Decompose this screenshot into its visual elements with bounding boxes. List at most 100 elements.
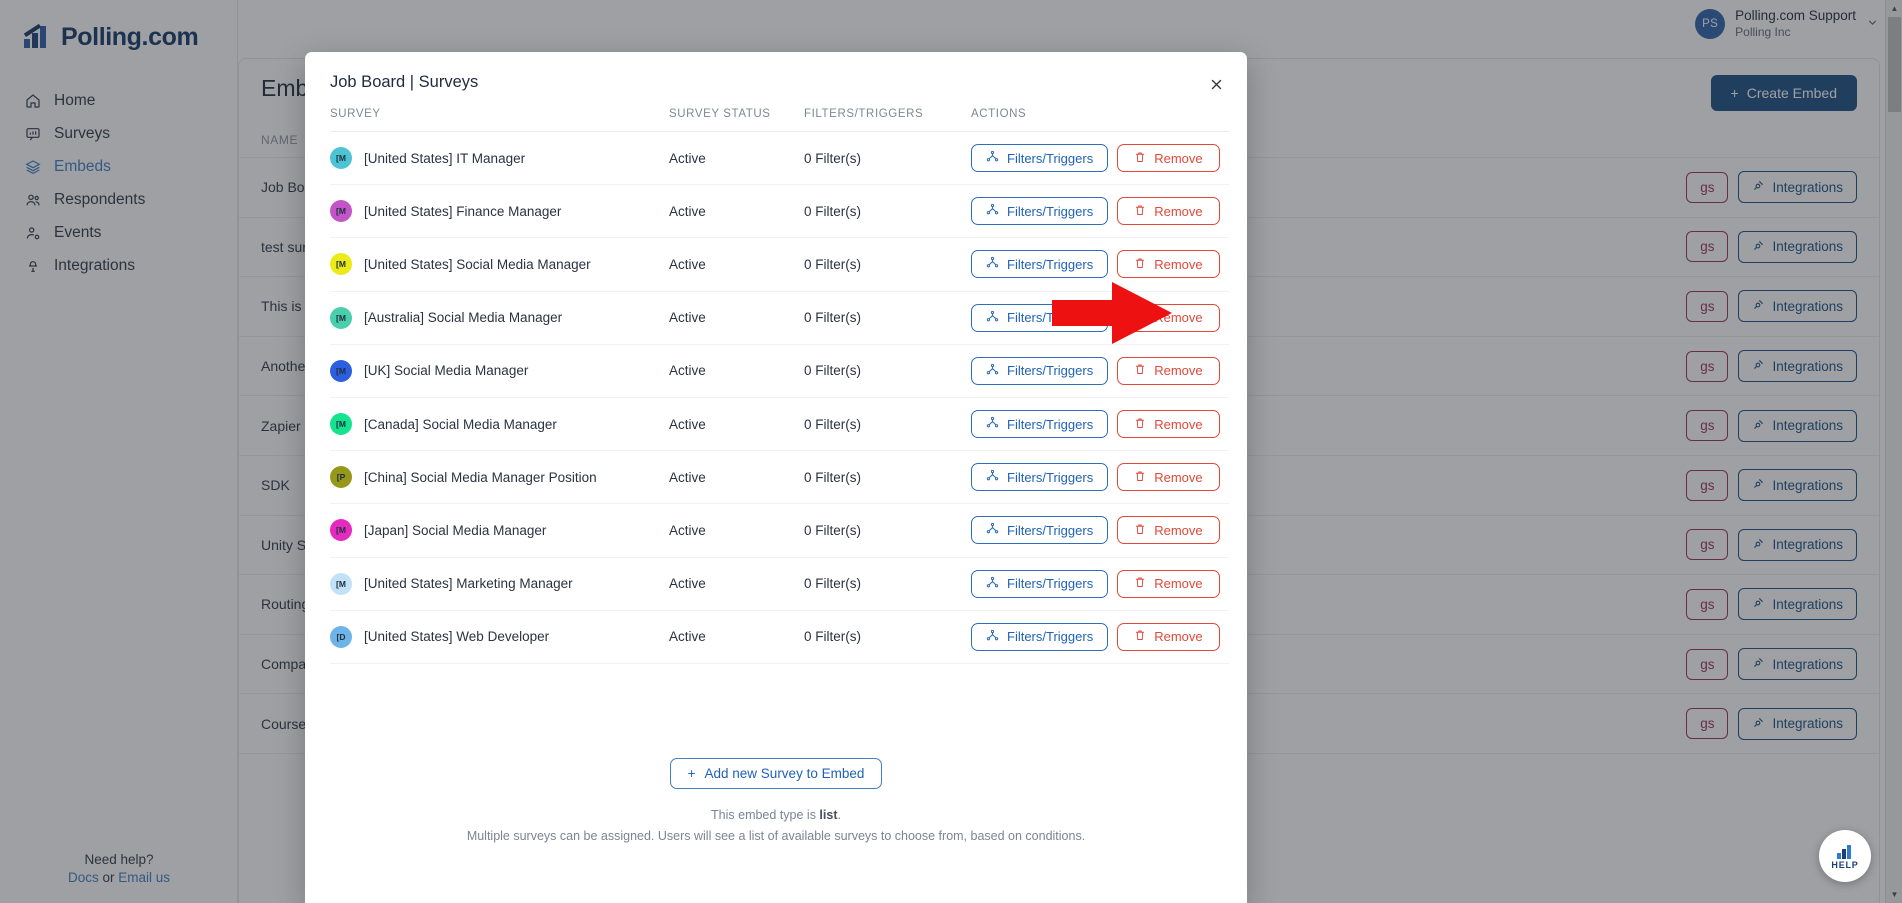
table-row: [M [Canada] Social Media Manager Active 0 F… — [330, 398, 1229, 452]
survey-status: Active — [669, 363, 706, 379]
column-header-actions: ACTIONS — [971, 108, 1027, 120]
filter-nodes-icon — [986, 576, 999, 592]
survey-filters-count: 0 Filter(s) — [804, 629, 861, 645]
modal-title: Job Board | Surveys — [330, 73, 479, 91]
filters-triggers-button[interactable]: Filters/Triggers — [971, 569, 1109, 598]
survey-avatar: [M — [330, 147, 352, 170]
filters-triggers-label: Filters/Triggers — [1007, 150, 1094, 166]
filter-nodes-icon — [986, 629, 999, 645]
close-icon[interactable] — [1203, 71, 1229, 97]
survey-name: [Australia] Social Media Manager — [364, 310, 563, 326]
survey-filters-count: 0 Filter(s) — [804, 150, 861, 166]
survey-name: [Canada] Social Media Manager — [364, 416, 557, 432]
filter-nodes-icon — [986, 310, 999, 326]
survey-name: [United States] Marketing Manager — [364, 576, 573, 592]
survey-name: [Japan] Social Media Manager — [364, 522, 547, 538]
filters-triggers-button[interactable]: Filters/Triggers — [971, 197, 1109, 226]
table-row: [M [United States] Social Media Manager Ac… — [330, 238, 1229, 292]
table-row: [M [United States] Finance Manager Active 0… — [330, 185, 1229, 239]
filters-triggers-button[interactable]: Filters/Triggers — [971, 410, 1109, 439]
row-actions: Filters/Triggers Remove — [971, 410, 1229, 439]
remove-button[interactable]: Remove — [1117, 356, 1220, 385]
column-header-survey: SURVEY — [330, 108, 381, 120]
survey-status: Active — [669, 469, 706, 485]
survey-cell: [M [UK] Social Media Manager — [330, 359, 669, 382]
filters-triggers-label: Filters/Triggers — [1007, 576, 1094, 592]
survey-name: [United States] Social Media Manager — [364, 256, 591, 272]
filters-triggers-label: Filters/Triggers — [1007, 310, 1094, 326]
survey-avatar: [M — [330, 253, 352, 276]
survey-avatar: [M — [330, 359, 352, 382]
survey-name: [United States] Finance Manager — [364, 203, 562, 219]
survey-filters-count: 0 Filter(s) — [804, 256, 861, 272]
row-actions: Filters/Triggers Remove — [971, 356, 1229, 385]
filters-triggers-label: Filters/Triggers — [1007, 203, 1094, 219]
survey-cell: [M [United States] Finance Manager — [330, 200, 669, 223]
remove-button[interactable]: Remove — [1117, 197, 1220, 226]
remove-button[interactable]: Remove — [1117, 144, 1220, 173]
filters-triggers-label: Filters/Triggers — [1007, 469, 1094, 485]
row-actions: Filters/Triggers Remove — [971, 144, 1229, 173]
filters-triggers-button[interactable]: Filters/Triggers — [971, 356, 1109, 385]
survey-avatar: [M — [330, 572, 352, 595]
survey-status: Active — [669, 576, 706, 592]
trash-icon — [1134, 257, 1146, 272]
survey-status: Active — [669, 522, 706, 538]
surveys-modal: Job Board | Surveys SURVEY SURVEY STATUS… — [305, 52, 1247, 903]
survey-name: [China] Social Media Manager Position — [364, 469, 597, 485]
column-header-status: SURVEY STATUS — [669, 108, 771, 120]
app-root: Polling.com Home Surveys Embeds Responde… — [0, 0, 1902, 903]
trash-icon — [1134, 151, 1146, 166]
filter-nodes-icon — [986, 522, 999, 538]
remove-button[interactable]: Remove — [1117, 410, 1220, 439]
column-header-filters: FILTERS/TRIGGERS — [804, 108, 924, 120]
remove-button[interactable]: Remove — [1117, 463, 1220, 492]
surveys-table-header: SURVEY SURVEY STATUS FILTERS/TRIGGERS AC… — [330, 108, 1229, 132]
remove-label: Remove — [1154, 256, 1203, 272]
survey-cell: [M [United States] IT Manager — [330, 147, 669, 170]
filters-triggers-button[interactable]: Filters/Triggers — [971, 303, 1109, 332]
survey-cell: [M [Japan] Social Media Manager — [330, 519, 669, 542]
help-button[interactable]: HELP — [1819, 830, 1871, 882]
survey-status: Active — [669, 256, 706, 272]
table-row: [M [Australia] Social Media Manager Active… — [330, 292, 1229, 345]
trash-icon — [1134, 363, 1146, 378]
filters-triggers-label: Filters/Triggers — [1007, 629, 1094, 645]
survey-cell: [M [Australia] Social Media Manager — [330, 306, 669, 329]
remove-button[interactable]: Remove — [1117, 516, 1220, 545]
table-row: [M [United States] IT Manager Active 0 Filt… — [330, 132, 1229, 186]
remove-button[interactable]: Remove — [1117, 250, 1220, 279]
survey-cell: [P [China] Social Media Manager Position — [330, 466, 669, 489]
filters-triggers-label: Filters/Triggers — [1007, 416, 1094, 432]
survey-filters-count: 0 Filter(s) — [804, 576, 861, 592]
remove-button[interactable]: Remove — [1117, 622, 1220, 651]
filter-nodes-icon — [986, 203, 999, 219]
trash-icon — [1134, 310, 1146, 325]
table-row: [M [Japan] Social Media Manager Active 0 Fi… — [330, 504, 1229, 558]
surveys-table: SURVEY SURVEY STATUS FILTERS/TRIGGERS AC… — [330, 108, 1229, 664]
survey-filters-count: 0 Filter(s) — [804, 310, 861, 326]
filters-triggers-label: Filters/Triggers — [1007, 522, 1094, 538]
filters-triggers-button[interactable]: Filters/Triggers — [971, 516, 1109, 545]
filters-triggers-button[interactable]: Filters/Triggers — [971, 622, 1109, 651]
trash-icon — [1134, 417, 1146, 432]
remove-button[interactable]: Remove — [1117, 303, 1220, 332]
filters-triggers-button[interactable]: Filters/Triggers — [971, 250, 1109, 279]
survey-name: [United States] Web Developer — [364, 629, 550, 645]
survey-filters-count: 0 Filter(s) — [804, 469, 861, 485]
embed-type-note: This embed type is list. — [305, 808, 1247, 822]
table-row: [P [China] Social Media Manager Position A… — [330, 451, 1229, 505]
add-survey-button[interactable]: + Add new Survey to Embed — [669, 758, 883, 789]
survey-avatar: [M — [330, 200, 352, 223]
filters-triggers-button[interactable]: Filters/Triggers — [971, 463, 1109, 492]
row-actions: Filters/Triggers Remove — [971, 250, 1229, 279]
survey-cell: [M [Canada] Social Media Manager — [330, 413, 669, 436]
row-actions: Filters/Triggers Remove — [971, 197, 1229, 226]
remove-label: Remove — [1154, 522, 1203, 538]
remove-button[interactable]: Remove — [1117, 569, 1220, 598]
modal-footer: + Add new Survey to Embed This embed typ… — [305, 758, 1247, 843]
filters-triggers-button[interactable]: Filters/Triggers — [971, 144, 1109, 173]
survey-status: Active — [669, 203, 706, 219]
trash-icon — [1134, 470, 1146, 485]
survey-avatar: [M — [330, 519, 352, 542]
